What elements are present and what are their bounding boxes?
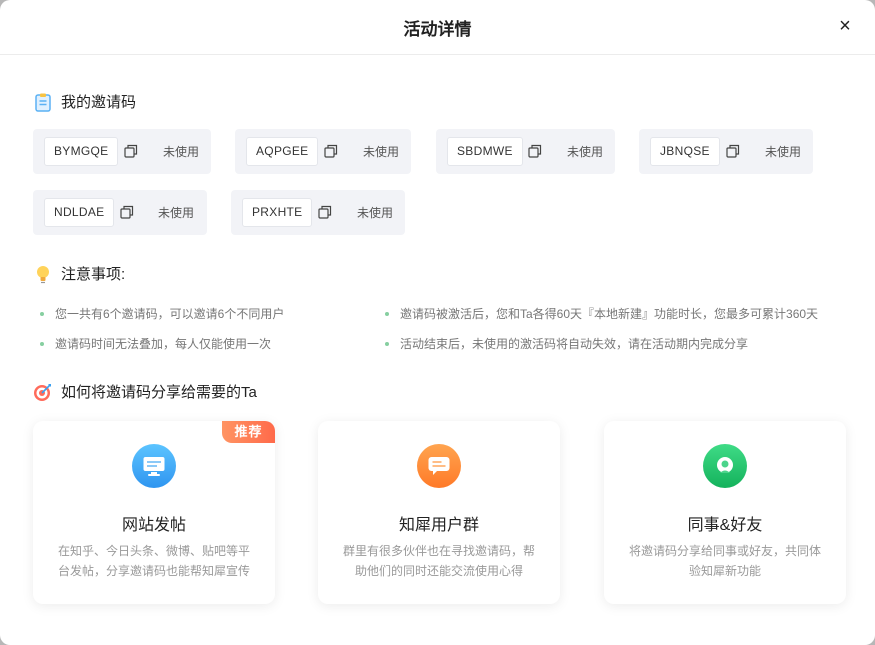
copy-icon[interactable]: [528, 144, 542, 158]
invite-code-card: AQPGEE 未使用: [235, 129, 411, 174]
invite-code[interactable]: JBNQSE: [650, 137, 720, 166]
code-status: 未使用: [363, 145, 400, 159]
monitor-icon: [132, 444, 176, 488]
code-status: 未使用: [357, 206, 394, 220]
note-item: 邀请码被激活后，您和Ta各得60天『本地新建』功能时长，您最多可累计360天: [385, 305, 818, 322]
bullet-dot: [40, 341, 44, 346]
invite-code[interactable]: AQPGEE: [246, 137, 319, 166]
note-text: 邀请码被激活后，您和Ta各得60天『本地新建』功能时长，您最多可累计360天: [400, 307, 819, 321]
recommend-badge: 推荐: [222, 421, 275, 443]
dialog-header: 活动详情 ×: [0, 0, 875, 55]
user-icon: [703, 444, 747, 488]
share-title: 如何将邀请码分享给需要的Ta: [61, 384, 257, 401]
clipboard-icon: [35, 93, 51, 112]
invite-code-card: JBNQSE 未使用: [639, 129, 813, 174]
dialog-title: 活动详情: [403, 20, 472, 39]
code-status: 未使用: [765, 145, 802, 159]
copy-icon[interactable]: [318, 205, 332, 219]
copy-icon[interactable]: [120, 205, 134, 219]
note-text: 活动结束后，未使用的激活码将自动失效，请在活动期内完成分享: [400, 337, 749, 351]
invite-code-card: PRXHTE 未使用: [231, 190, 405, 235]
activity-detail-dialog: 活动详情 × 我的邀请码 BYMGQE 未使用 AQPGEE 未使用 SBDMW…: [0, 0, 875, 645]
share-card-desc: 群里有很多伙伴也在寻找邀请码，帮助他们的同时还能交流使用心得: [342, 544, 535, 578]
invite-code-card: NDLDAE 未使用: [33, 190, 207, 235]
share-card-title: 同事&好友: [687, 517, 763, 534]
invite-code-card: BYMGQE 未使用: [33, 129, 211, 174]
share-card-title: 知犀用户群: [398, 517, 479, 534]
note-item: 活动结束后，未使用的激活码将自动失效，请在活动期内完成分享: [385, 335, 748, 352]
note-item: 您一共有6个邀请码，可以邀请6个不同用户: [40, 305, 284, 322]
close-button[interactable]: ×: [835, 16, 855, 36]
share-heading: 如何将邀请码分享给需要的Ta: [33, 381, 257, 402]
note-text: 您一共有6个邀请码，可以邀请6个不同用户: [55, 307, 285, 321]
note-item: 邀请码时间无法叠加，每人仅能使用一次: [40, 335, 271, 352]
notes-heading: 注意事项:: [33, 263, 125, 284]
invite-code[interactable]: PRXHTE: [242, 198, 313, 227]
invite-code[interactable]: NDLDAE: [44, 198, 115, 227]
copy-icon[interactable]: [124, 144, 138, 158]
my-codes-heading: 我的邀请码: [33, 91, 136, 112]
copy-icon[interactable]: [726, 144, 740, 158]
target-icon: [34, 383, 51, 401]
code-status: 未使用: [158, 206, 195, 220]
bullet-dot: [40, 311, 44, 316]
bullet-dot: [385, 341, 389, 346]
share-card-website[interactable]: 推荐 网站发帖 在知乎、今日头条、微博、贴吧等平台发帖，分享邀请码也能帮知犀宣传: [33, 421, 275, 604]
invite-code[interactable]: BYMGQE: [44, 137, 119, 166]
share-card-desc: 将邀请码分享给同事或好友，共同体验知犀新功能: [628, 544, 821, 578]
share-card-desc: 在知乎、今日头条、微博、贴吧等平台发帖，分享邀请码也能帮知犀宣传: [57, 544, 250, 578]
share-card-friends[interactable]: 同事&好友 将邀请码分享给同事或好友，共同体验知犀新功能: [604, 421, 846, 604]
bullet-dot: [385, 311, 389, 316]
chat-icon: [417, 444, 461, 488]
note-text: 邀请码时间无法叠加，每人仅能使用一次: [55, 337, 272, 351]
invite-code[interactable]: SBDMWE: [447, 137, 523, 166]
share-card-title: 网站发帖: [121, 517, 186, 534]
invite-code-card: SBDMWE 未使用: [436, 129, 615, 174]
my-codes-title: 我的邀请码: [61, 94, 137, 111]
notes-title: 注意事项:: [61, 266, 126, 283]
share-card-user-group[interactable]: 知犀用户群 群里有很多伙伴也在寻找邀请码，帮助他们的同时还能交流使用心得: [318, 421, 560, 604]
code-status: 未使用: [567, 145, 604, 159]
lightbulb-icon: [37, 265, 49, 283]
code-status: 未使用: [163, 145, 200, 159]
copy-icon[interactable]: [324, 144, 338, 158]
